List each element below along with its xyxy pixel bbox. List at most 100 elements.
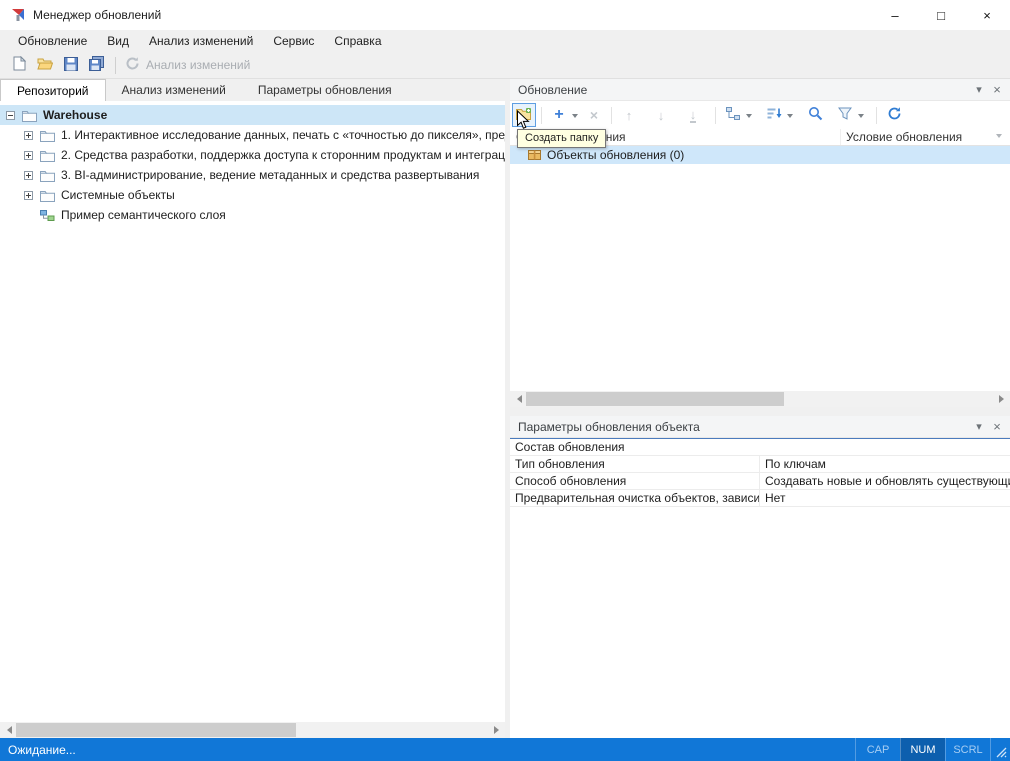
folder-icon — [40, 149, 55, 162]
tree-row-warehouse[interactable]: Warehouse — [0, 105, 505, 125]
refresh-icon — [887, 106, 902, 124]
add-dropdown-caret-icon[interactable] — [572, 114, 578, 121]
resize-grip[interactable] — [990, 738, 1010, 761]
repository-tree: Warehouse 1. Интерактивное исследование … — [0, 101, 505, 722]
expand-expander-icon[interactable] — [24, 171, 33, 180]
delete-icon: × — [590, 108, 598, 122]
sort-button[interactable] — [762, 103, 786, 127]
update-grid-horizontal-scrollbar[interactable] — [510, 391, 1010, 407]
scrollbar-thumb[interactable] — [16, 723, 296, 737]
filter-icon — [838, 107, 852, 123]
panel-close-button[interactable]: × — [988, 419, 1006, 434]
move-down-button[interactable]: ↓ — [649, 103, 673, 127]
maximize-button[interactable]: □ — [918, 0, 964, 30]
caps-lock-indicator: CAP — [855, 738, 900, 761]
property-value[interactable]: Нет — [760, 490, 1010, 506]
tree-row-bi-admin[interactable]: 3. BI-администрирование, ведение метадан… — [0, 165, 505, 185]
tree-view-icon — [726, 107, 741, 123]
folder-icon — [40, 189, 55, 202]
tree-view-dropdown-caret-icon[interactable] — [746, 114, 752, 121]
scroll-left-arrow[interactable] — [0, 722, 16, 738]
params-property-grid: Состав обновления Тип обновления По ключ… — [510, 438, 1010, 507]
tab-change-analysis[interactable]: Анализ изменений — [106, 79, 242, 101]
analysis-icon — [125, 56, 140, 74]
status-indicators: CAP NUM SCRL — [855, 738, 1010, 761]
move-to-bottom-button[interactable]: ↓ — [681, 103, 705, 127]
tree-item-label: Системные объекты — [61, 188, 175, 202]
window-controls: – □ × — [872, 0, 1010, 30]
create-folder-button[interactable] — [512, 103, 536, 127]
analysis-toolbar-label: Анализ изменений — [146, 58, 250, 72]
search-button[interactable] — [803, 103, 827, 127]
tree-row-semantic-layer[interactable]: Пример семантического слоя — [0, 205, 505, 225]
left-tab-strip: Репозиторий Анализ изменений Параметры о… — [0, 79, 505, 101]
right-pane: Обновление ▾ × + × ↑ ↓ ↓ — [510, 79, 1010, 738]
update-panel-header: Обновление ▾ × — [510, 79, 1010, 101]
save-button[interactable] — [58, 54, 84, 77]
minimize-button[interactable]: – — [872, 0, 918, 30]
property-value[interactable]: Создавать новые и обновлять существующие — [760, 473, 1010, 489]
expand-expander-icon[interactable] — [24, 151, 33, 160]
category-row[interactable]: Состав обновления — [510, 439, 1010, 456]
update-objects-row[interactable]: Объекты обновления (0) — [510, 146, 1010, 164]
search-icon — [808, 106, 823, 124]
new-button[interactable] — [6, 54, 32, 77]
property-value[interactable]: По ключам — [760, 456, 1010, 472]
arrow-down-to-bottom-icon: ↓ — [690, 108, 697, 123]
filter-button[interactable] — [833, 103, 857, 127]
window-title: Менеджер обновлений — [33, 8, 161, 22]
menu-item-update[interactable]: Обновление — [8, 32, 97, 50]
scroll-right-arrow[interactable] — [489, 722, 505, 738]
filter-dropdown-caret-icon[interactable] — [858, 114, 864, 121]
tree-horizontal-scrollbar[interactable] — [0, 722, 505, 738]
tree-row-dev-tools[interactable]: 2. Средства разработки, поддержка доступ… — [0, 145, 505, 165]
toolbar-separator — [541, 107, 542, 124]
column-filter-caret-icon[interactable] — [996, 134, 1002, 141]
expand-expander-icon[interactable] — [24, 131, 33, 140]
property-label: Предварительная очистка объектов, зависи… — [510, 490, 760, 506]
save-all-icon — [89, 56, 105, 74]
arrow-down-icon: ↓ — [658, 109, 665, 122]
save-all-button[interactable] — [84, 54, 110, 77]
scrollbar-thumb[interactable] — [526, 392, 784, 406]
toolbar-separator — [115, 57, 116, 74]
scroll-right-arrow[interactable] — [994, 391, 1010, 407]
semantic-layer-icon — [40, 209, 55, 222]
open-folder-icon — [37, 57, 53, 73]
menu-item-view[interactable]: Вид — [97, 32, 139, 50]
expand-expander-icon[interactable] — [24, 191, 33, 200]
delete-button[interactable]: × — [582, 103, 606, 127]
update-objects-label: Объекты обновления (0) — [547, 148, 684, 162]
collapse-expander-icon[interactable] — [6, 111, 15, 120]
tree-row-interactive-research[interactable]: 1. Интерактивное исследование данных, пе… — [0, 125, 505, 145]
scroll-left-arrow[interactable] — [510, 391, 526, 407]
open-button[interactable] — [32, 54, 58, 77]
menu-item-service[interactable]: Сервис — [263, 32, 324, 50]
num-lock-indicator: NUM — [900, 738, 945, 761]
main-toolbar: Анализ изменений — [0, 52, 1010, 79]
app-window: Менеджер обновлений – □ × Обновление Вид… — [0, 0, 1010, 761]
menu-item-change-analysis[interactable]: Анализ изменений — [139, 32, 263, 50]
column-header-condition[interactable]: Условие обновления — [840, 129, 996, 145]
tab-repository[interactable]: Репозиторий — [0, 79, 106, 101]
tree-item-label: Warehouse — [43, 108, 107, 122]
close-button[interactable]: × — [964, 0, 1010, 30]
horizontal-splitter[interactable] — [510, 407, 1010, 416]
move-up-button[interactable]: ↑ — [617, 103, 641, 127]
refresh-button[interactable] — [882, 103, 906, 127]
tab-update-params[interactable]: Параметры обновления — [242, 79, 408, 101]
panel-collapse-button[interactable]: ▾ — [970, 83, 988, 96]
tree-view-button[interactable] — [721, 103, 745, 127]
tree-row-system-objects[interactable]: Системные объекты — [0, 185, 505, 205]
save-icon — [64, 57, 78, 74]
panel-collapse-button[interactable]: ▾ — [970, 420, 988, 433]
panel-close-button[interactable]: × — [988, 82, 1006, 97]
toolbar-separator — [715, 107, 716, 124]
update-toolbar: + × ↑ ↓ ↓ — [510, 101, 1010, 129]
sort-dropdown-caret-icon[interactable] — [787, 114, 793, 121]
add-object-button[interactable]: + — [547, 103, 571, 127]
menu-item-help[interactable]: Справка — [324, 32, 391, 50]
update-panel-title: Обновление — [518, 83, 970, 97]
tree-item-label: Пример семантического слоя — [61, 208, 226, 222]
folder-icon — [40, 129, 55, 142]
